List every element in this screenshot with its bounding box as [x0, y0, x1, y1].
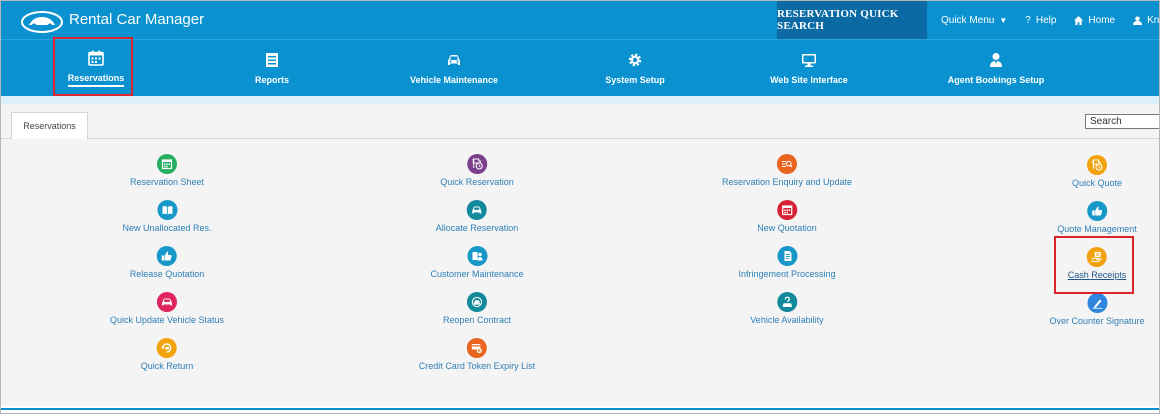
- menu-label: Quote Management: [1057, 224, 1137, 234]
- menu-label: Credit Card Token Expiry List: [418, 361, 536, 371]
- return-car-icon: [157, 338, 177, 358]
- pen-icon: [1087, 293, 1107, 313]
- tab-reservations[interactable]: Reservations: [11, 112, 88, 139]
- menu-quick-quote[interactable]: Quick Quote: [1072, 155, 1122, 188]
- menu-label: Allocate Reservation: [435, 223, 519, 233]
- menu-label: Reopen Contract: [442, 315, 512, 325]
- user-icon: [1133, 15, 1143, 25]
- menu-quick-reservation[interactable]: Quick Reservation: [440, 154, 514, 187]
- nav-vehicle-maintenance[interactable]: Vehicle Maintenance: [397, 40, 511, 97]
- nav-system-setup[interactable]: System Setup: [597, 40, 673, 97]
- car-logo-icon: [21, 11, 63, 33]
- menu-quick-update-vehicle-status[interactable]: Quick Update Vehicle Status: [110, 292, 224, 325]
- nav-agent-bookings-setup[interactable]: Agent Bookings Setup: [937, 40, 1055, 97]
- menu-label: Reservation Sheet: [129, 177, 205, 187]
- user-link[interactable]: Kno: [1133, 14, 1160, 26]
- report-icon: [266, 53, 278, 67]
- menu-quote-management[interactable]: Quote Management: [1057, 201, 1137, 234]
- car-icon: [466, 292, 487, 312]
- menu-label: Reservation Enquiry and Update: [721, 177, 853, 187]
- menu-new-quotation[interactable]: New Quotation: [757, 200, 817, 233]
- monitor-icon: [802, 54, 816, 67]
- search-input[interactable]: [1085, 114, 1159, 129]
- nav-label: Web Site Interface: [770, 75, 848, 85]
- nav-reports[interactable]: Reports: [237, 40, 307, 97]
- book-icon: [156, 200, 177, 220]
- menu-new-unallocated-res[interactable]: New Unallocated Res.: [122, 200, 212, 233]
- caret-down-icon: ▼: [999, 15, 1008, 25]
- nav-label: Reports: [254, 75, 289, 85]
- home-link[interactable]: Home: [1074, 15, 1115, 26]
- menu-release-quotation[interactable]: Release Quotation: [129, 246, 205, 279]
- nav-label: Agent Bookings Setup: [947, 75, 1045, 85]
- menu-label: Quick Update Vehicle Status: [109, 315, 225, 325]
- main-nav: Reservations Reports Vehicle Maintenance…: [1, 39, 1159, 96]
- clock-document-icon: [467, 154, 487, 174]
- menu-label: Infringement Processing: [738, 269, 836, 279]
- nav-web-site-interface[interactable]: Web Site Interface: [757, 40, 861, 97]
- menu-label: Quick Reservation: [440, 177, 514, 187]
- menu-credit-card-token-expiry-list[interactable]: Credit Card Token Expiry List: [419, 338, 535, 371]
- menu-label: New Quotation: [757, 223, 817, 233]
- menu-allocate-reservation[interactable]: Allocate Reservation: [435, 200, 519, 233]
- clock-document-icon: [1087, 155, 1107, 175]
- top-links: Quick Menu ▼ ? Help Home Kno: [941, 1, 1160, 39]
- nav-label: System Setup: [605, 75, 665, 85]
- quick-menu-label: Quick Menu: [941, 14, 995, 26]
- menu-reservation-sheet[interactable]: Reservation Sheet: [130, 154, 204, 187]
- menu-reopen-contract[interactable]: Reopen Contract: [443, 292, 511, 325]
- help-link[interactable]: ? Help: [1025, 15, 1056, 26]
- car-icon: [466, 200, 487, 220]
- user-label: Kno: [1147, 14, 1160, 26]
- highlight-box-cash-receipts: [1054, 236, 1134, 294]
- calendar-icon: [776, 200, 797, 220]
- menu-label: Quick Quote: [1071, 178, 1123, 188]
- menu-label: Customer Maintenance: [430, 269, 524, 279]
- menu-reservation-enquiry-and-update[interactable]: Reservation Enquiry and Update: [722, 154, 852, 187]
- menu-label: Vehicle Availability: [750, 315, 824, 325]
- nav-divider-strip: [1, 96, 1159, 104]
- menu-over-counter-signature[interactable]: Over Counter Signature: [1049, 293, 1145, 326]
- tab-divider: [1, 138, 1159, 139]
- content-panel: Reservations Reservation Sheet New Unall…: [1, 104, 1159, 406]
- top-bar: Rental Car Manager RESERVATION QUICK SEA…: [1, 1, 1159, 39]
- thumbs-up-icon: [157, 246, 177, 266]
- reservation-quick-search-button[interactable]: RESERVATION QUICK SEARCH: [777, 1, 927, 39]
- menu-vehicle-availability[interactable]: Vehicle Availability: [750, 292, 824, 325]
- menu-label: Over Counter Signature: [1049, 316, 1145, 326]
- app-frame: Rental Car Manager RESERVATION QUICK SEA…: [0, 0, 1160, 414]
- highlight-box-reservations: [53, 37, 133, 96]
- gear-icon: [628, 53, 642, 67]
- question-icon: ?: [1025, 14, 1031, 26]
- users-icon: [466, 246, 487, 266]
- home-icon: [1074, 15, 1084, 25]
- car-icon: [156, 292, 177, 312]
- app-title: Rental Car Manager: [69, 11, 205, 28]
- menu-quick-return[interactable]: Quick Return: [140, 338, 194, 371]
- help-label: Help: [1035, 14, 1057, 26]
- quick-menu-dropdown[interactable]: Quick Menu ▼: [941, 15, 1007, 26]
- document-icon: [777, 246, 797, 266]
- menu-label: Release Quotation: [129, 269, 205, 279]
- agent-icon: [990, 53, 1002, 67]
- menu-customer-maintenance[interactable]: Customer Maintenance: [430, 246, 524, 279]
- bottom-rule: [1, 408, 1159, 410]
- menu-infringement-processing[interactable]: Infringement Processing: [738, 246, 836, 279]
- car-icon: [448, 55, 460, 65]
- question-car-icon: [776, 292, 797, 312]
- home-label: Home: [1088, 14, 1116, 26]
- menu-label: New Unallocated Res.: [122, 223, 212, 233]
- thumbs-up-icon: [1087, 201, 1107, 221]
- search-list-icon: [776, 154, 797, 174]
- calendar-icon: [156, 154, 177, 174]
- nav-label: Vehicle Maintenance: [409, 75, 499, 85]
- menu-label: Quick Return: [140, 361, 194, 371]
- card-cancel-icon: [466, 338, 487, 358]
